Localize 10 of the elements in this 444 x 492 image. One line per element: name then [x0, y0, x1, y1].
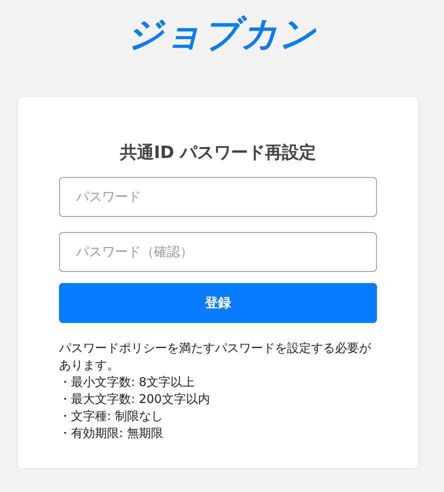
- password-field[interactable]: パスワード（確認）: [59, 232, 377, 272]
- policy-item: ・有効期限: 無期限: [59, 425, 164, 442]
- logo: ジョブカン: [127, 13, 317, 57]
- policy-text: パスワードポリシーを満たすパスワードを設定する必要があります。: [59, 340, 372, 374]
- form-title: 共通ID パスワード再設定: [118, 142, 318, 165]
- policy-item: ・最大文字数: 200文字以内: [59, 391, 211, 408]
- policy-item: ・文字種: 制限なし: [59, 408, 164, 425]
- policy-item: ・最小文字数: 8文字以上: [59, 374, 196, 391]
- password-field[interactable]: パスワード: [59, 177, 377, 217]
- submit-button[interactable]: 登録: [59, 283, 377, 323]
